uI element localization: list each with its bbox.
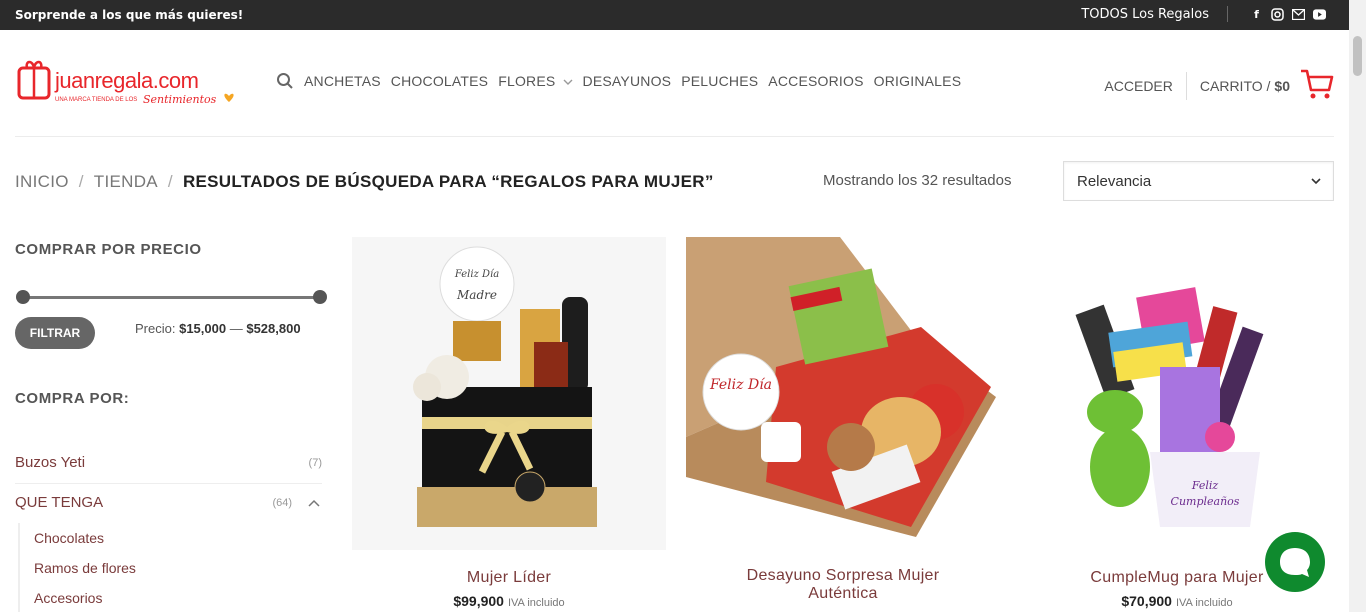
header-actions: ACCEDER CARRITO / $0	[1104, 68, 1334, 103]
youtube-icon[interactable]	[1313, 8, 1326, 21]
tax-note: IVA incluido	[1175, 597, 1233, 609]
nav-desayunos[interactable]: DESAYUNOS	[583, 73, 672, 89]
promo-text: Sorprende a los que más quieres!	[15, 8, 244, 22]
search-icon[interactable]	[276, 72, 294, 90]
chat-icon	[1280, 548, 1310, 577]
nav-peluches[interactable]: PELUCHES	[681, 73, 758, 89]
instagram-icon[interactable]	[1271, 7, 1284, 21]
breadcrumb-home[interactable]: INICIO	[15, 172, 69, 191]
breadcrumb-shop[interactable]: TIENDA	[94, 172, 158, 191]
cart-amount[interactable]: $0	[1274, 78, 1290, 94]
nav-flores[interactable]: FLORES	[498, 73, 573, 89]
sort-select[interactable]: Relevancia	[1063, 161, 1334, 201]
header-divider	[15, 136, 1334, 137]
email-icon[interactable]	[1292, 8, 1305, 21]
scrollbar-thumb[interactable]	[1353, 36, 1362, 76]
nav-anchetas[interactable]: ANCHETAS	[304, 73, 381, 89]
price-range: Precio: $15,000 — $528,800	[135, 321, 301, 336]
facebook-icon[interactable]: f	[1250, 8, 1263, 21]
category-count: (64)	[272, 497, 292, 509]
site-logo[interactable]: juanregala.com UNA MARCA TIENDA DE LOS S…	[17, 58, 247, 110]
price-min: $15,000	[179, 321, 227, 336]
product-image[interactable]: Feliz Cumpleaños	[1020, 237, 1334, 550]
chevron-down-icon	[1311, 178, 1321, 185]
price-slider-min-handle[interactable]	[16, 290, 30, 304]
tag-text: Feliz Día	[709, 377, 772, 393]
subcategory-item[interactable]: Accesorios	[34, 590, 102, 606]
category-label: QUE TENGA	[15, 494, 104, 511]
product-name-line1: Desayuno Sorpresa Mujer	[746, 567, 940, 584]
divider	[1227, 6, 1228, 22]
svg-text:Madre: Madre	[456, 288, 497, 302]
divider	[15, 483, 322, 484]
tax-note: IVA incluido	[507, 597, 565, 609]
category-item[interactable]: QUE TENGA (64)	[15, 494, 322, 511]
category-count: (7)	[308, 457, 322, 469]
chevron-down-icon	[563, 79, 573, 85]
price-value: $99,900	[453, 593, 504, 609]
product-image[interactable]: Feliz Día	[686, 237, 1000, 550]
product-price: $70,900 IVA incluido	[1020, 593, 1334, 609]
shop-by-title: COMPRA POR:	[15, 390, 130, 407]
main-nav: ANCHETAS CHOCOLATES FLORES DESAYUNOS PEL…	[276, 72, 971, 90]
cart-icon[interactable]	[1300, 68, 1334, 103]
breadcrumb-divider: /	[167, 172, 173, 191]
product-image[interactable]: Feliz Día Madre	[352, 237, 666, 550]
all-gifts-link[interactable]: TODOS Los Regalos	[1081, 7, 1209, 22]
svg-text:Sentimientos: Sentimientos	[143, 93, 217, 106]
price-slider-max-handle[interactable]	[313, 290, 327, 304]
login-link[interactable]: ACCEDER	[1104, 78, 1172, 94]
price-slider-track[interactable]	[22, 296, 319, 299]
top-bar-right: TODOS Los Regalos f	[1081, 6, 1326, 22]
price-label: Precio:	[135, 321, 176, 336]
logo-wordmark: juanregala.com	[54, 68, 198, 93]
breadcrumb-current: RESULTADOS DE BÚSQUEDA PARA “REGALOS PAR…	[182, 172, 714, 191]
divider	[1185, 71, 1187, 100]
nav-originales[interactable]: ORIGINALES	[874, 73, 962, 89]
nav-chocolates[interactable]: CHOCOLATES	[391, 73, 488, 89]
breadcrumb: INICIO / TIENDA / RESULTADOS DE BÚSQUEDA PAR…	[15, 172, 714, 192]
nav-flores-label: FLORES	[498, 73, 556, 89]
price-max: $528,800	[246, 321, 301, 336]
page-scrollbar[interactable]	[1349, 0, 1366, 612]
svg-text:Feliz Día: Feliz Día	[454, 269, 499, 280]
chat-button[interactable]	[1265, 532, 1325, 592]
category-label: Buzos Yeti	[15, 454, 86, 471]
svg-text:UNA MARCA TIENDA DE LOS: UNA MARCA TIENDA DE LOS	[55, 97, 137, 103]
result-count: Mostrando los 32 resultados	[823, 172, 1012, 189]
category-item[interactable]: Buzos Yeti (7)	[15, 454, 322, 471]
chevron-up-icon[interactable]	[308, 499, 320, 507]
svg-text:Cumpleaños: Cumpleaños	[1171, 495, 1240, 508]
site-header: juanregala.com UNA MARCA TIENDA DE LOS S…	[0, 30, 1349, 137]
price-value: $70,900	[1121, 593, 1172, 609]
nav-accesorios[interactable]: ACCESORIOS	[768, 73, 863, 89]
top-bar: Sorprende a los que más quieres! TODOS L…	[0, 0, 1366, 30]
cart-label[interactable]: CARRITO /	[1200, 78, 1271, 94]
product-name[interactable]: Desayuno Sorpresa Mujer Auténtica	[686, 567, 1000, 603]
product-name[interactable]: Mujer Líder	[352, 569, 666, 587]
breadcrumb-divider: /	[78, 172, 84, 191]
subcategory-item[interactable]: Ramos de flores	[34, 560, 136, 576]
product-price: $99,900 IVA incluido	[352, 593, 666, 609]
subcategory-item[interactable]: Chocolates	[34, 530, 104, 546]
product-name-line2: Auténtica	[808, 585, 878, 602]
svg-text:Feliz: Feliz	[1191, 479, 1219, 492]
subcategory-rail	[18, 523, 20, 612]
sort-value: Relevancia	[1077, 173, 1152, 190]
price-filter-title: COMPRAR POR PRECIO	[15, 241, 202, 258]
filter-button[interactable]: FILTRAR	[15, 317, 95, 349]
price-sep: —	[229, 321, 243, 336]
